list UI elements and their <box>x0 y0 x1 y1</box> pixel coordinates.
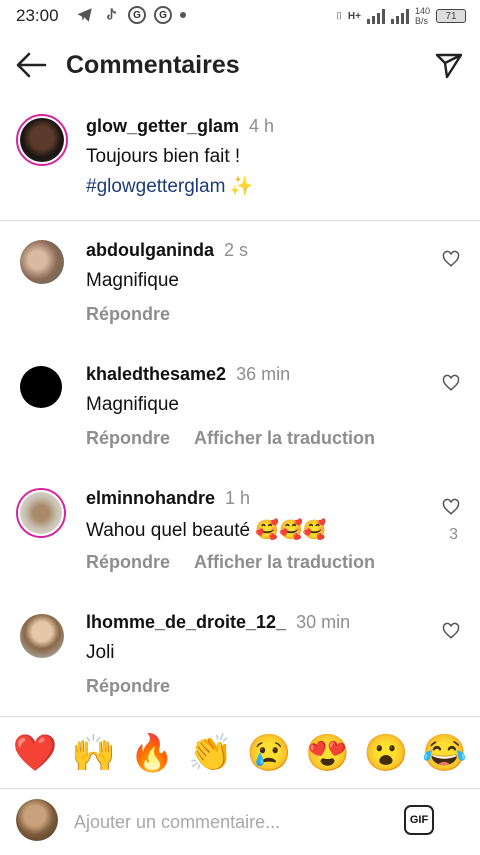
comment-item: abdoulganinda 2 s Magnifique Répondre <box>0 240 480 364</box>
comment-composer: GIF <box>0 788 480 855</box>
vibrate-icon: ⌷ <box>335 10 342 22</box>
heart-outline-icon <box>442 498 460 515</box>
emoji-red-heart[interactable]: ❤️ <box>13 731 58 775</box>
google-icon-2: G <box>154 6 172 24</box>
sparkles-emoji: ✨ <box>229 176 254 197</box>
telegram-icon <box>76 6 94 24</box>
like-button[interactable] <box>442 622 460 640</box>
signal-icon-2 <box>390 8 409 24</box>
avatar[interactable] <box>20 240 64 284</box>
arrow-left-icon <box>16 52 47 78</box>
caption-hashtag[interactable]: #glowgetterglam <box>86 176 225 197</box>
comment-item: khaledthesame2 36 min Magnifique Répondre… <box>0 364 480 488</box>
page-title: Commentaires <box>66 51 240 79</box>
comment-time: 30 min <box>296 612 351 632</box>
signal-icon <box>366 8 385 24</box>
reply-button[interactable]: Répondre <box>86 428 170 449</box>
battery-level: 71 <box>445 10 457 22</box>
tiktok-icon <box>102 6 120 24</box>
caption-username[interactable]: glow_getter_glam <box>86 116 239 136</box>
comment-text: Joli <box>86 642 115 663</box>
comment-text: Wahou quel beauté 🥰🥰🥰 <box>86 520 327 541</box>
post-caption: glow_getter_glam 4 h Toujours bien fait !… <box>0 110 480 221</box>
comment-item: elminnohandre 1 h Wahou quel beauté 🥰🥰🥰 R… <box>0 488 480 612</box>
heart-outline-icon <box>442 622 460 639</box>
more-notifications-dot <box>180 12 186 18</box>
emoji-raising-hands[interactable]: 🙌 <box>71 731 116 775</box>
avatar[interactable] <box>20 614 64 658</box>
caption-text: Toujours bien fait ! <box>86 146 241 167</box>
comment-time: 36 min <box>236 364 291 384</box>
translate-button[interactable]: Afficher la traduction <box>194 428 375 449</box>
like-button[interactable] <box>442 374 460 392</box>
comment-username[interactable]: elminnohandre <box>86 488 215 508</box>
emoji-fire[interactable]: 🔥 <box>130 731 175 775</box>
emoji-clapping-hands[interactable]: 👏 <box>188 731 233 775</box>
emoji-heart-eyes[interactable]: 😍 <box>305 731 350 775</box>
emoji-reaction-bar: ❤️ 🙌 🔥 👏 😢 😍 😮 😂 <box>0 716 480 788</box>
comment-input[interactable] <box>72 807 386 837</box>
status-bar: 23:00 G G ⌷ H+ 140 B/s 71 <box>0 0 480 32</box>
header: Commentaires <box>0 40 480 90</box>
status-right: ⌷ H+ 140 B/s 71 <box>336 6 466 26</box>
heart-outline-icon <box>442 250 460 267</box>
comment-time: 2 s <box>224 240 249 260</box>
translate-button[interactable]: Afficher la traduction <box>194 552 375 573</box>
avatar[interactable] <box>16 488 66 538</box>
status-time: 23:00 <box>16 6 59 25</box>
like-button[interactable] <box>442 250 460 268</box>
network-speed: 140 B/s <box>414 6 430 26</box>
google-icon: G <box>128 6 146 24</box>
reply-button[interactable]: Répondre <box>86 304 170 325</box>
comment-time: 1 h <box>225 488 251 508</box>
avatar[interactable] <box>16 114 68 166</box>
battery-icon: 71 <box>436 9 466 23</box>
emoji-surprised-face[interactable]: 😮 <box>364 731 409 775</box>
share-button[interactable] <box>434 50 464 80</box>
like-count: 3 <box>449 526 458 543</box>
comment-username[interactable]: khaledthesame2 <box>86 364 226 384</box>
avatar[interactable] <box>20 366 62 408</box>
comment-text: Magnifique <box>86 394 179 415</box>
notification-icons: G G <box>76 6 186 24</box>
back-button[interactable] <box>14 50 48 80</box>
comment-username[interactable]: abdoulganinda <box>86 240 214 260</box>
paper-plane-icon <box>435 53 463 79</box>
comment-text: Magnifique <box>86 270 179 291</box>
like-button[interactable] <box>442 498 460 516</box>
reply-button[interactable]: Répondre <box>86 676 170 697</box>
current-user-avatar <box>16 799 58 841</box>
network-type: H+ <box>347 10 361 22</box>
gif-button[interactable]: GIF <box>404 805 434 835</box>
emoji-crying-face[interactable]: 😢 <box>247 731 292 775</box>
reply-button[interactable]: Répondre <box>86 552 170 573</box>
heart-outline-icon <box>442 374 460 391</box>
caption-time: 4 h <box>249 116 275 136</box>
comment-username[interactable]: lhomme_de_droite_12_ <box>86 612 286 632</box>
emoji-tears-of-joy[interactable]: 😂 <box>422 731 467 775</box>
